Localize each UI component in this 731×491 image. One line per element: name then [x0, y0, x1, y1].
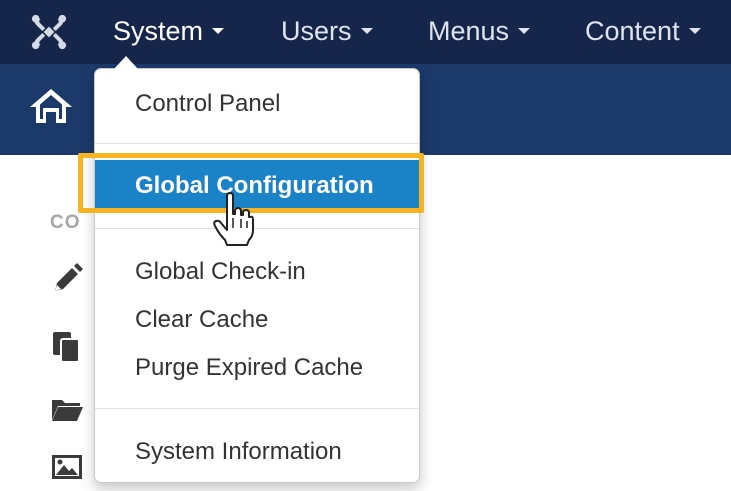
menu-item-purge-expired-cache[interactable]: Purge Expired Cache [135, 354, 363, 382]
chevron-down-icon [688, 27, 701, 34]
menu-item-control-panel[interactable]: Control Panel [135, 90, 280, 118]
menu-item-clear-cache[interactable]: Clear Cache [135, 306, 268, 334]
nav-content[interactable]: Content [585, 14, 701, 48]
sidebar-heading: CO [50, 212, 81, 233]
menu-item-global-check-in[interactable]: Global Check-in [135, 258, 306, 286]
pencil-icon[interactable] [50, 262, 84, 296]
nav-menus[interactable]: Menus [428, 14, 531, 48]
joomla-logo-icon[interactable] [30, 13, 68, 51]
menu-divider [95, 143, 419, 144]
nav-users-label: Users [281, 16, 352, 46]
chevron-down-icon [212, 27, 225, 34]
menu-divider [95, 408, 419, 409]
nav-system-label: System [113, 16, 204, 46]
menu-item-system-information[interactable]: System Information [135, 438, 342, 466]
nav-content-label: Content [585, 16, 680, 46]
chevron-down-icon [518, 27, 531, 34]
home-icon[interactable] [28, 86, 74, 126]
nav-menus-label: Menus [428, 16, 510, 46]
copy-icon[interactable] [50, 330, 84, 364]
nav-system[interactable]: System [113, 14, 225, 48]
hand-pointer-icon [213, 192, 254, 246]
chevron-down-icon [360, 27, 373, 34]
image-icon[interactable] [50, 450, 84, 484]
dropdown-pointer [114, 56, 138, 69]
nav-users[interactable]: Users [281, 14, 373, 48]
folder-icon[interactable] [50, 392, 84, 426]
